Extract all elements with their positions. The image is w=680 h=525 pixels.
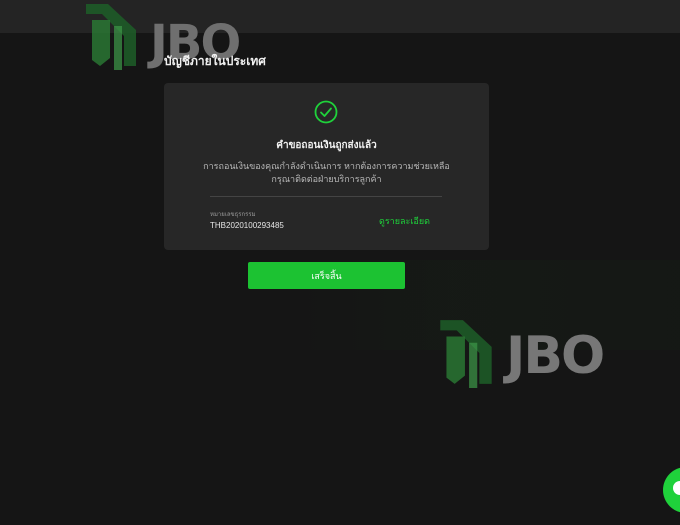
- chat-icon: [673, 481, 680, 495]
- view-details-link[interactable]: ดูรายละเอียด: [379, 214, 430, 228]
- card-description: การถอนเงินของคุณกำลังดำเนินการ หากต้องกา…: [184, 160, 469, 186]
- check-circle-icon: [314, 100, 338, 124]
- live-chat-button[interactable]: [663, 467, 680, 513]
- top-bar: [0, 0, 680, 33]
- divider: [210, 196, 442, 197]
- card-description-line: การถอนเงินของคุณกำลังดำเนินการ หากต้องกา…: [203, 161, 450, 171]
- withdrawal-result-card: คำขอถอนเงินถูกส่งแล้ว การถอนเงินของคุณกำ…: [164, 83, 489, 250]
- done-button[interactable]: เสร็จสิ้น: [248, 262, 405, 289]
- page-title: บัญชีภายในประเทศ: [164, 54, 266, 68]
- card-description-line: กรุณาติดต่อฝ่ายบริการลูกค้า: [271, 174, 382, 184]
- card-title: คำขอถอนเงินถูกส่งแล้ว: [276, 140, 377, 151]
- transaction-number-value: THB2020100293485: [210, 221, 284, 230]
- transaction-number-label: หมายเลขธุรกรรม: [210, 212, 256, 218]
